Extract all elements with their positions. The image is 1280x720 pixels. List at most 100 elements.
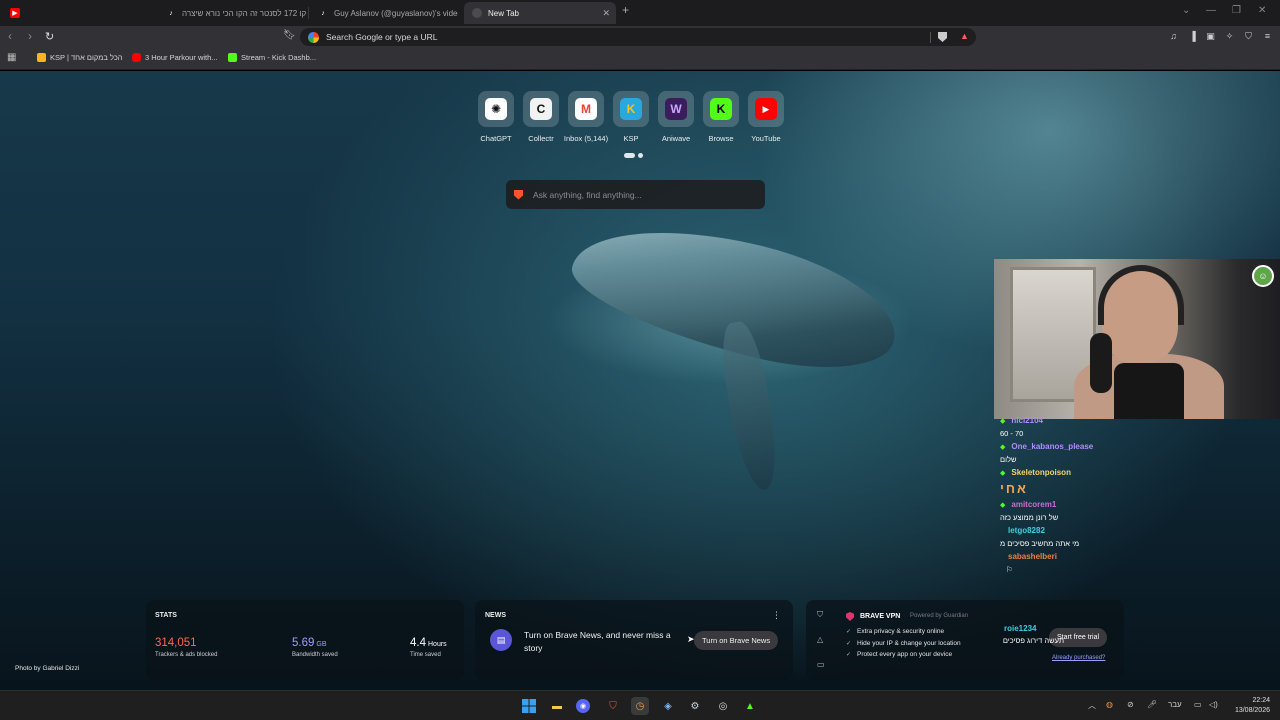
menu-icon[interactable]: ≡ — [1262, 31, 1273, 42]
bookmarks-bar: ▦ KSP | הכל במקום אחד 3 Hour Parkour wit… — [0, 48, 1280, 70]
vpn-icon[interactable]: ⛉ — [1243, 31, 1254, 42]
chat-username: roie1234 — [1004, 624, 1037, 633]
steam-icon[interactable]: ⚙ — [686, 697, 704, 715]
tab-search-icon[interactable]: ⌄ — [1182, 5, 1190, 16]
kick-app-icon[interactable]: ▲ — [741, 697, 759, 715]
top-site-gmail[interactable]: M Inbox (5,144) — [564, 91, 608, 143]
toolbar: ‹ › ↻ 🔖︎ Search Google or type a URL ▲ ♫… — [0, 26, 1280, 48]
vpn-features: Extra privacy & security online Hide you… — [846, 628, 961, 663]
tile-frame: M — [568, 91, 604, 127]
rewards-tab-icon[interactable]: △ — [817, 635, 823, 644]
tray-mute-icon[interactable]: ⊘ — [1127, 700, 1134, 709]
minimize-icon[interactable]: — — [1206, 5, 1216, 16]
obs-icon[interactable]: ◎ — [714, 697, 732, 715]
close-window-icon[interactable]: ✕ — [1258, 5, 1266, 16]
windows-start-icon[interactable] — [520, 697, 538, 715]
stream-chat: ◆ nici2104 60 - 70 ◆ One_kabanos_please של… — [1000, 416, 1130, 578]
reload-icon[interactable]: ↻ — [45, 30, 54, 43]
tiktok-icon: ♪ — [169, 9, 173, 17]
clock-time: 22:24 — [1252, 697, 1270, 704]
aniwave-icon: W — [665, 98, 687, 120]
app-icon[interactable]: ◈ — [659, 697, 677, 715]
top-site-ksp[interactable]: K KSP — [613, 91, 649, 143]
chat-message: roie1234 תעשה דירוג פסיכים — [1003, 624, 1064, 645]
youtube-icon — [132, 53, 141, 62]
bookmark-parkour[interactable]: 3 Hour Parkour with... — [132, 53, 218, 62]
vpn-tab-icon[interactable]: ⛉ — [817, 610, 823, 620]
brave-rewards-icon[interactable]: ▲ — [960, 31, 969, 41]
stat-label: Time saved — [410, 652, 441, 658]
tab-tiktok-2[interactable]: ♪ Guy Aslanov (@guyaslanov)'s videos — [310, 2, 458, 24]
bookmark-ksp[interactable]: KSP | הכל במקום אחד — [37, 53, 123, 62]
vpn-feature: Protect every app on your device — [846, 651, 961, 658]
top-site-collectr[interactable]: C Collectr — [523, 91, 559, 143]
language-indicator[interactable]: עבר — [1168, 700, 1182, 709]
more-options-icon[interactable]: ⋮ — [772, 610, 781, 621]
tray-mic-icon[interactable]: 🎤︎ — [1147, 700, 1157, 709]
turn-on-news-button[interactable]: Turn on Brave News — [694, 631, 779, 650]
top-site-aniwave[interactable]: W Aniwave — [658, 91, 694, 143]
bookmark-icon[interactable]: 🔖︎ — [283, 30, 296, 41]
page-dot[interactable] — [638, 153, 643, 158]
news-message: Turn on Brave News, and never miss a sto… — [524, 630, 671, 653]
close-tab-icon[interactable]: ✕ — [602, 8, 610, 19]
brave-browser-icon[interactable]: ⛉ — [604, 697, 622, 715]
top-site-youtube[interactable]: ▶ YouTube — [748, 91, 784, 143]
clock-app-icon[interactable]: ◷ — [631, 697, 649, 715]
chat-text: של רונן ממוצע כזה — [1000, 513, 1059, 522]
top-site-kick[interactable]: K Browse — [703, 91, 739, 143]
apps-grid-icon[interactable]: ▦ — [7, 52, 16, 63]
sub-badge-icon: ◆ — [1000, 501, 1006, 509]
tab-tiktok-1[interactable]: ♪ קו 172 לסנטר זה הקו הכי נורא שיצרה — [158, 2, 306, 24]
sidebar-icon[interactable]: ▐ — [1187, 31, 1198, 42]
chat-message: ◆ amitcorem1 של רונן ממוצע כזה — [1000, 500, 1130, 522]
channel-badge-icon: ☺ — [1252, 265, 1274, 287]
network-icon[interactable]: ▭ — [1194, 700, 1202, 709]
page-dot-active[interactable] — [624, 153, 635, 158]
tile-frame: K — [613, 91, 649, 127]
top-site-chatgpt[interactable]: ✺ ChatGPT — [478, 91, 514, 143]
system-clock[interactable]: 22:24 13/08/2026 — [1226, 696, 1270, 716]
tray-overflow-icon[interactable]: ︿ — [1088, 700, 1096, 711]
divider — [930, 32, 931, 43]
brave-icon — [472, 8, 482, 18]
bookmark-kick[interactable]: Stream - Kick Dashb... — [228, 53, 316, 62]
chat-username: One_kabanos_please — [1011, 442, 1094, 451]
chat-username: nici2104 — [1011, 416, 1043, 425]
media-icon[interactable]: ♫ — [1168, 31, 1179, 42]
new-tab-button[interactable]: + — [622, 3, 629, 17]
search-box[interactable] — [506, 180, 765, 209]
clock-date: 13/08/2026 — [1234, 707, 1270, 714]
youtube-icon: ▶ — [755, 98, 777, 120]
bookmark-label: KSP | הכל במקום אחד — [50, 53, 123, 62]
photo-credit[interactable]: Photo by Gabriel Dizzi — [15, 665, 79, 672]
leo-ai-icon[interactable]: ✧ — [1224, 31, 1235, 42]
forward-icon[interactable]: › — [28, 29, 32, 43]
chat-message: letgo8282 מי אתה מחשיב פסיכים מ — [1000, 526, 1130, 548]
vpn-feature: Hide your IP & change your location — [846, 640, 961, 647]
address-placeholder: Search Google or type a URL — [326, 32, 438, 42]
brave-shields-icon[interactable] — [938, 32, 947, 42]
already-purchased-link[interactable]: Already purchased? — [1052, 655, 1105, 661]
top-sites-pager[interactable] — [624, 153, 643, 158]
maximize-icon[interactable]: ❐ — [1232, 5, 1241, 16]
youtube-pinned-tab[interactable]: ▶ — [2, 2, 24, 24]
chat-text: אחי — [1000, 481, 1028, 496]
chat-message: sabashelberi ⚐ — [1000, 552, 1130, 574]
search-input[interactable] — [533, 189, 753, 200]
address-bar[interactable]: Search Google or type a URL ▲ — [300, 28, 976, 46]
tab-strip: ▶ ♪ קו 172 לסנטר זה הקו הכי נורא שיצרה ♪… — [0, 0, 1280, 26]
talk-tab-icon[interactable]: ▭ — [817, 660, 825, 669]
volume-icon[interactable]: ◁) — [1209, 700, 1218, 709]
file-explorer-icon[interactable]: ▬ — [548, 697, 566, 715]
tray-app-icon[interactable]: ◍ — [1106, 700, 1113, 709]
tab-new-tab[interactable]: New Tab ✕ — [464, 2, 616, 24]
bookmark-label: 3 Hour Parkour with... — [145, 53, 218, 62]
tab-separator — [308, 7, 309, 19]
chat-message: ◆ One_kabanos_please שלום — [1000, 442, 1130, 464]
back-icon[interactable]: ‹ — [8, 29, 12, 43]
discord-icon[interactable]: ◉ — [576, 699, 590, 713]
taskbar: ▬ ◉ ⛉ ◷ ◈ ⚙ ◎ ▲ ︿ ◍ ⊘ 🎤︎ עבר ▭ ◁) 22:24 … — [0, 690, 1280, 720]
vpn-shield-icon — [846, 612, 854, 621]
wallet-icon[interactable]: ▣ — [1205, 31, 1216, 42]
